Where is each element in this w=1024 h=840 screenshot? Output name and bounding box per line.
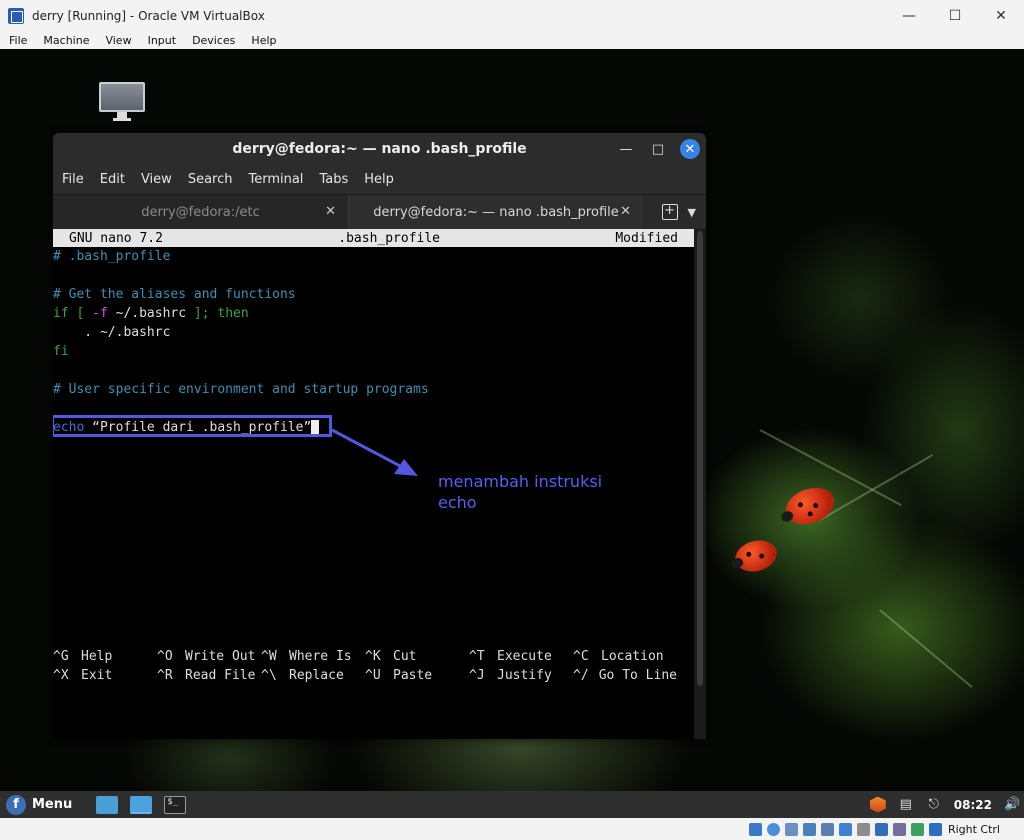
system-tray: ▤ ⎋ 08:22 🔊 (869, 791, 1020, 818)
host-menu-devices[interactable]: Devices (183, 34, 242, 47)
show-desktop-icon[interactable] (96, 795, 119, 814)
minimize-button[interactable]: — (886, 0, 932, 31)
volume-icon[interactable]: 🔊 (1004, 797, 1020, 813)
maximize-button[interactable]: ☐ (932, 0, 978, 31)
virtualbox-icon (8, 7, 24, 24)
guest-desktop: derry@fedora:~ — nano .bash_profile — □ … (0, 49, 1024, 791)
fedora-logo-icon[interactable]: f (6, 794, 26, 815)
update-icon[interactable] (869, 796, 886, 813)
network-icon[interactable]: ⎋ (926, 797, 942, 813)
network-adapter-icon[interactable] (802, 822, 816, 836)
recording-icon[interactable] (874, 822, 888, 836)
clipboard-icon[interactable]: ▤ (898, 797, 914, 813)
annotation-line: menambah instruksi (438, 472, 603, 491)
host-menu-view[interactable]: View (96, 34, 138, 47)
clock[interactable]: 08:22 (954, 798, 992, 812)
display-icon[interactable] (856, 822, 870, 836)
hard-disk-icon[interactable] (748, 822, 762, 836)
host-menu-help[interactable]: Help (242, 34, 283, 47)
keyboard-capture-icon[interactable] (928, 822, 942, 836)
close-button[interactable]: ✕ (978, 0, 1024, 31)
annotation-text: menambah instruksi echo (438, 471, 602, 513)
host-statusbar: Right Ctrl (0, 818, 1024, 840)
annotation-line: echo (438, 493, 477, 512)
terminal-icon[interactable]: $_ (164, 795, 187, 814)
host-menu-file[interactable]: File (0, 34, 34, 47)
audio-icon[interactable] (784, 822, 798, 836)
files-icon[interactable] (130, 795, 153, 814)
host-menubar: File Machine View Input Devices Help (0, 31, 1024, 49)
virtualization-icon[interactable] (892, 822, 906, 836)
host-menu-input[interactable]: Input (139, 34, 183, 47)
host-key-label: Right Ctrl (947, 822, 1000, 836)
usb-icon[interactable] (820, 822, 834, 836)
host-titlebar: derry [Running] - Oracle VM VirtualBox —… (0, 0, 1024, 31)
host-menu-machine[interactable]: Machine (34, 34, 96, 47)
start-menu-button[interactable]: Menu (32, 797, 72, 812)
optical-drive-icon[interactable] (766, 822, 780, 836)
guest-taskbar: f Menu $_ ▤ ⎋ 08:22 🔊 (0, 791, 1024, 818)
host-window-controls: — ☐ ✕ (886, 0, 1024, 31)
shared-folder-icon[interactable] (838, 822, 852, 836)
mouse-integration-icon[interactable] (910, 822, 924, 836)
host-window-title: derry [Running] - Oracle VM VirtualBox (32, 8, 265, 23)
annotation-arrow (331, 428, 418, 476)
